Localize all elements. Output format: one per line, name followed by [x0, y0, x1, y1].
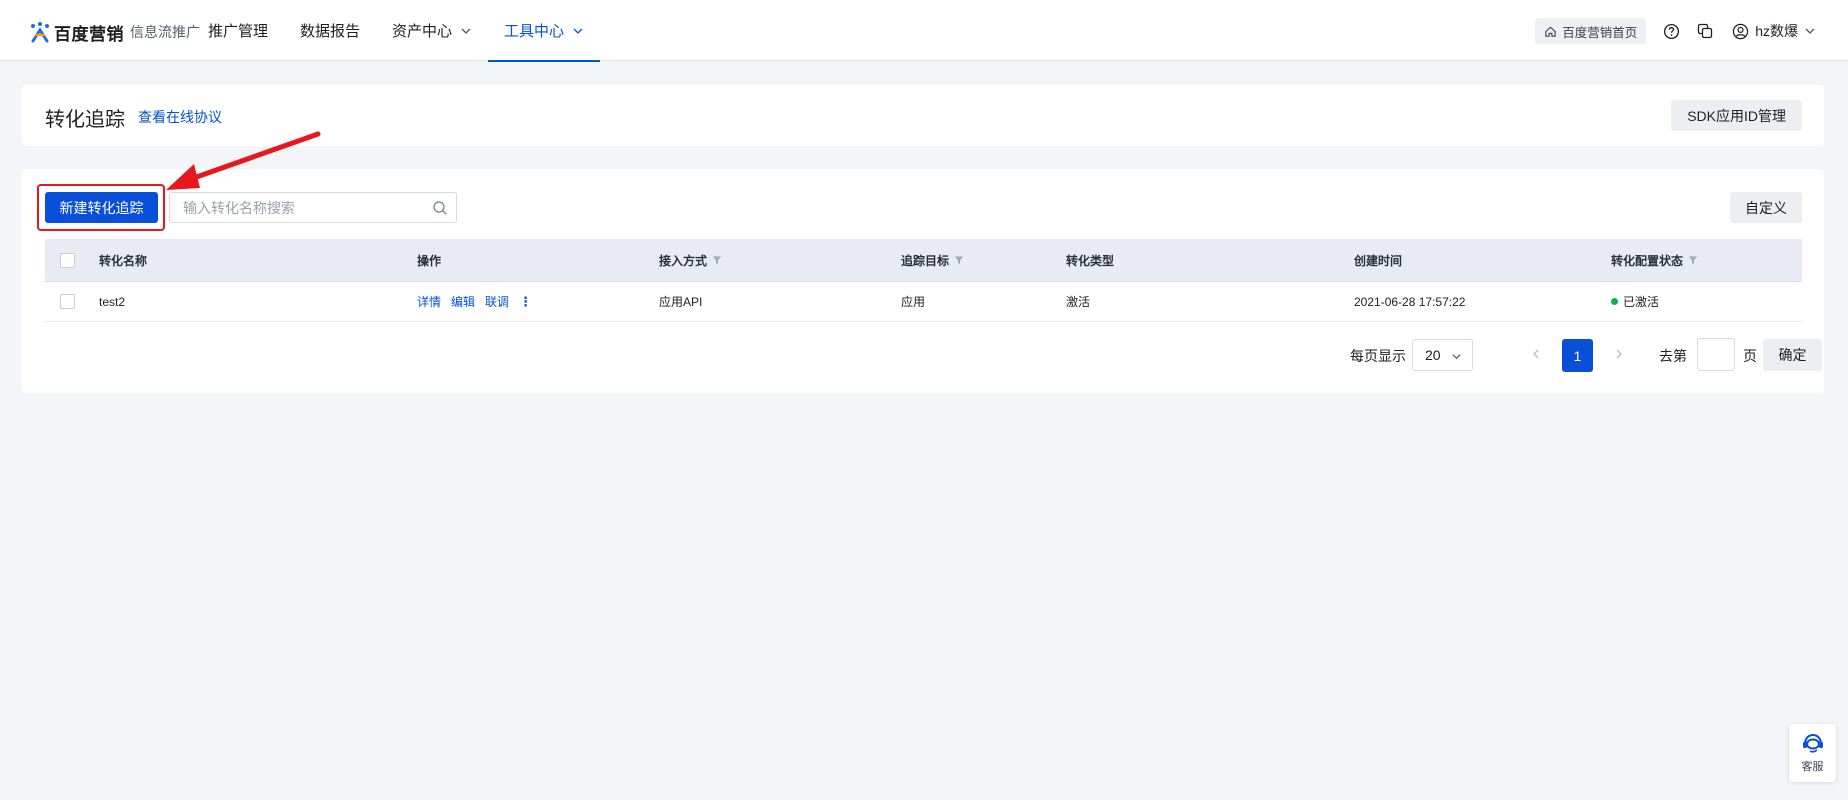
chevron-down-icon — [1452, 354, 1461, 360]
nav-item-promotion-management[interactable]: 推广管理 — [192, 0, 284, 61]
conversion-list-card: 新建转化追踪 自定义 转化名称 操作 接入方式 追踪目标 — [22, 169, 1824, 393]
cell-conversion-type: 激活 — [1066, 295, 1091, 309]
brand-product: 信息流推广 — [130, 24, 200, 40]
column-header-conversion-type: 转化类型 — [1066, 239, 1114, 281]
service-label: 客服 — [1801, 761, 1824, 773]
question-circle-icon[interactable] — [1662, 22, 1680, 40]
cell-config-status: 已激活 — [1611, 282, 1659, 321]
brand-name: 百度营销 — [54, 24, 124, 44]
user-menu[interactable]: hz数爆 — [1732, 21, 1816, 41]
filter-icon[interactable] — [1688, 255, 1698, 265]
nav-item-asset-center[interactable]: 资产中心 — [376, 0, 488, 61]
prev-page-icon[interactable] — [1529, 347, 1543, 361]
table-row: test2 详情 编辑 联调 ⋮ 应用API 应用 激活 2021-06-28 … — [45, 282, 1802, 322]
nav-item-data-report[interactable]: 数据报告 — [284, 0, 376, 61]
customer-service-widget[interactable]: 客服 — [1789, 724, 1836, 782]
page-title: 转化追踪 — [45, 109, 125, 131]
view-online-protocol-link[interactable]: 查看在线协议 — [138, 107, 222, 127]
nav-label: 资产中心 — [392, 23, 453, 40]
table-header: 转化名称 操作 接入方式 追踪目标 转化类型 创建时间 转化配置状态 — [45, 239, 1802, 282]
column-header-actions: 操作 — [417, 239, 441, 281]
select-all-cell — [60, 239, 75, 281]
filter-icon[interactable] — [712, 255, 722, 265]
filter-icon[interactable] — [954, 255, 964, 265]
select-all-checkbox[interactable] — [60, 252, 75, 268]
page-size-select[interactable]: 20 — [1412, 339, 1473, 371]
row-checkbox[interactable] — [60, 294, 75, 309]
edit-link[interactable]: 编辑 — [451, 293, 475, 310]
home-icon — [1545, 26, 1556, 37]
goto-confirm-button[interactable]: 确定 — [1763, 339, 1822, 371]
user-name: hz数爆 — [1755, 23, 1798, 39]
debug-link[interactable]: 联调 — [485, 293, 509, 310]
brand-logo[interactable]: 百度营销 信息流推广 — [29, 20, 200, 44]
column-header-label: 转化名称 — [99, 253, 148, 268]
search-icon[interactable] — [432, 200, 448, 216]
column-header-name: 转化名称 — [99, 239, 147, 281]
cell-created-time: 2021-06-28 17:57:22 — [1354, 294, 1466, 309]
column-header-label: 创建时间 — [1354, 253, 1403, 268]
main-nav: 推广管理 数据报告 资产中心 工具中心 — [192, 0, 601, 62]
top-right-actions: 百度营销首页 hz数爆 — [1535, 18, 1816, 44]
column-header-access-method: 接入方式 — [659, 239, 722, 281]
page-unit-label: 页 — [1743, 348, 1757, 364]
chevron-down-icon — [573, 28, 583, 34]
status-dot-icon — [1611, 298, 1618, 305]
column-header-tracking-target: 追踪目标 — [901, 239, 964, 281]
page-size-label: 每页显示 — [1350, 348, 1406, 364]
cell-actions: 详情 编辑 联调 ⋮ — [417, 282, 532, 321]
column-header-label: 转化类型 — [1066, 253, 1115, 268]
annotation-arrow-icon — [166, 131, 321, 190]
row-select-cell — [60, 282, 75, 321]
nav-label: 推广管理 — [208, 23, 269, 40]
headset-service-icon — [1802, 733, 1823, 753]
sdk-app-id-management-button[interactable]: SDK应用ID管理 — [1671, 100, 1802, 131]
user-avatar-icon — [1733, 23, 1749, 39]
column-header-config-status: 转化配置状态 — [1611, 239, 1698, 281]
cell-tracking-target: 应用 — [901, 295, 926, 309]
page-size-value: 20 — [1425, 347, 1441, 363]
conversion-table: 转化名称 操作 接入方式 追踪目标 转化类型 创建时间 转化配置状态 test2… — [45, 239, 1802, 322]
nav-label: 工具中心 — [504, 23, 565, 40]
chevron-down-icon — [461, 28, 471, 34]
column-header-label: 追踪目标 — [901, 253, 950, 268]
next-page-icon[interactable] — [1612, 347, 1626, 361]
current-page-button[interactable]: 1 — [1562, 339, 1593, 372]
marketing-home-button[interactable]: 百度营销首页 — [1535, 18, 1647, 44]
customize-columns-button[interactable]: 自定义 — [1730, 192, 1802, 223]
column-header-label: 接入方式 — [659, 253, 708, 268]
annotation-highlight-box — [37, 184, 165, 231]
column-header-created-time: 创建时间 — [1354, 239, 1402, 281]
detail-link[interactable]: 详情 — [417, 293, 441, 310]
column-header-label: 转化配置状态 — [1611, 253, 1684, 268]
pagination: 每页显示 20 1 去第 页 确定 — [45, 338, 1822, 373]
nav-item-tool-center[interactable]: 工具中心 — [488, 0, 601, 62]
more-actions-icon[interactable]: ⋮ — [519, 294, 532, 310]
cell-access-method: 应用API — [659, 295, 703, 309]
goto-page-input[interactable] — [1697, 338, 1735, 371]
home-button-label: 百度营销首页 — [1562, 25, 1638, 40]
copy-icon[interactable] — [1696, 22, 1714, 40]
nav-label: 数据报告 — [300, 23, 361, 40]
column-header-label: 操作 — [417, 253, 442, 268]
goto-label: 去第 — [1659, 348, 1687, 364]
status-label: 已激活 — [1623, 295, 1660, 309]
baidu-paw-logo-icon — [29, 21, 51, 43]
cell-name: test2 — [99, 294, 126, 309]
chevron-down-icon — [1805, 28, 1815, 34]
top-navbar: 百度营销 信息流推广 推广管理 数据报告 资产中心 工具中心 百度营销首页 hz… — [0, 0, 1848, 62]
